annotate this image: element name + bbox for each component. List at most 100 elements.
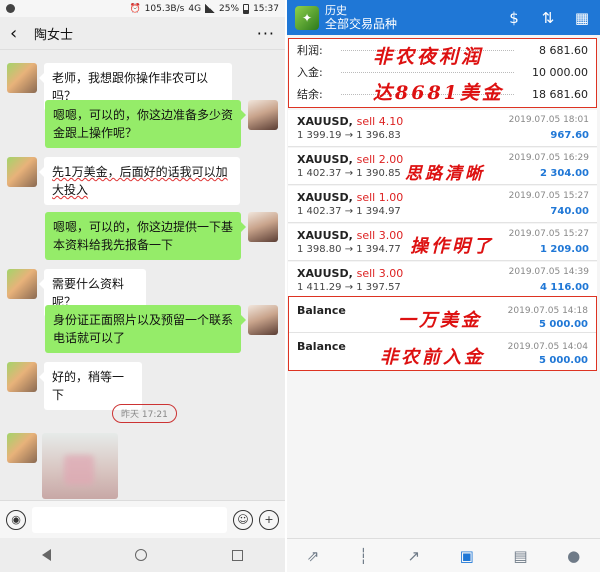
trade-date: 2019.07.05 15:27 bbox=[508, 229, 589, 239]
trade-date: 2019.07.05 15:27 bbox=[508, 191, 589, 201]
user-avatar[interactable] bbox=[248, 100, 278, 130]
header-title: 历史 bbox=[325, 3, 347, 17]
nav-recents-icon[interactable] bbox=[231, 549, 243, 561]
balance-date: 2019.07.05 14:18 bbox=[507, 306, 588, 316]
history-header: ✦ 历史 全部交易品种 $ ⇅ ▦ bbox=[287, 0, 600, 35]
message-bubble[interactable]: 好的，稍等一下 bbox=[39, 362, 142, 410]
trade-profit: 967.60 bbox=[550, 130, 589, 141]
message-input-bar: ◉ ☺ + bbox=[0, 500, 285, 538]
network-speed: 105.3B/s bbox=[144, 3, 185, 14]
balance-label: Balance bbox=[297, 340, 346, 353]
plus-icon[interactable]: + bbox=[259, 509, 279, 530]
sort-icon[interactable]: ⇅ bbox=[538, 9, 558, 27]
annotation-clear-operation: 操作明了 bbox=[410, 236, 494, 257]
annotation-clear-thinking: 思路清晰 bbox=[405, 164, 485, 184]
trade-row[interactable]: XAUUSD, sell 4.10 1 399.19 → 1 396.83 20… bbox=[288, 110, 597, 147]
battery-icon bbox=[243, 3, 250, 14]
notification-icon bbox=[6, 4, 15, 13]
message-list: 老师，我想跟你操作非农可以吗？ 嗯嗯，可以的，你这边准备多少资金跟上操作呢？ 先… bbox=[0, 50, 285, 498]
header-subtitle: 全部交易品种 bbox=[325, 16, 398, 31]
balance-date: 2019.07.05 14:04 bbox=[507, 342, 588, 352]
app-logo-icon[interactable]: ✦ bbox=[295, 5, 319, 30]
summary-label: 结余: bbox=[297, 88, 323, 101]
contact-avatar[interactable] bbox=[7, 269, 37, 299]
message-bubble[interactable]: 先1万美金，后面好的话我可以加大投入 bbox=[39, 157, 240, 205]
balance-amount: 5 000.00 bbox=[538, 355, 588, 366]
android-nav-bar bbox=[0, 538, 285, 572]
trade-side: sell 3.00 bbox=[356, 229, 404, 242]
annotation-ten-thousand: 一万美金 bbox=[398, 310, 482, 331]
trade-profit: 740.00 bbox=[550, 206, 589, 217]
chat-header: ‹ 陶女士 ··· bbox=[0, 17, 285, 50]
battery-level: 25% bbox=[219, 3, 240, 14]
trade-prices: 1 402.37 → 1 394.97 bbox=[297, 206, 401, 217]
nav-back-icon[interactable] bbox=[42, 549, 52, 561]
nav-home-icon[interactable] bbox=[135, 549, 148, 561]
trade-row[interactable]: XAUUSD, sell 1.00 1 402.37 → 1 394.97 20… bbox=[288, 186, 597, 223]
trade-prices: 1 411.29 → 1 397.57 bbox=[297, 282, 401, 293]
network-type: 4G bbox=[188, 3, 202, 14]
alarm-icon: ⏰ bbox=[129, 3, 141, 14]
symbol-text: XAUUSD, bbox=[297, 191, 353, 204]
blurred-region bbox=[64, 455, 94, 485]
trade-date: 2019.07.05 18:01 bbox=[508, 115, 589, 125]
balance-label: Balance bbox=[297, 304, 346, 317]
symbol-text: XAUUSD, bbox=[297, 115, 353, 128]
message-bubble[interactable]: 嗯嗯，可以的，你这边提供一下基本资料给我先报备一下 bbox=[45, 212, 246, 260]
wechat-chat-panel: ⏰ 105.3B/s 4G 25% 15:37 ‹ 陶女士 ··· 老师，我想跟… bbox=[0, 0, 285, 572]
annotation-amount: 达8681美金 bbox=[373, 82, 504, 104]
empty-area bbox=[287, 372, 600, 538]
clock: 15:37 bbox=[253, 3, 279, 14]
user-avatar[interactable] bbox=[248, 305, 278, 335]
back-arrow-icon[interactable]: ‹ bbox=[10, 23, 30, 44]
emoji-icon[interactable]: ☺ bbox=[233, 509, 253, 530]
symbol-text: XAUUSD, bbox=[297, 267, 353, 280]
trade-profit: 1 209.00 bbox=[539, 244, 589, 255]
trade-row[interactable]: XAUUSD, sell 3.00 1 411.29 → 1 397.57 20… bbox=[288, 262, 597, 299]
currency-filter-icon[interactable]: $ bbox=[504, 9, 524, 27]
annotation-profit: 非农夜利润 bbox=[373, 46, 484, 68]
message-bubble[interactable]: 嗯嗯，可以的，你这边准备多少资金跟上操作呢？ bbox=[45, 100, 246, 148]
trade-profit: 4 116.00 bbox=[539, 282, 589, 293]
trade-profit: 2 304.00 bbox=[539, 168, 589, 179]
trade-side: sell 4.10 bbox=[356, 115, 404, 128]
message-input[interactable] bbox=[32, 506, 227, 533]
contact-avatar[interactable] bbox=[7, 63, 37, 93]
trade-symbol: XAUUSD, sell 3.00 bbox=[297, 267, 403, 280]
chart-tab-icon[interactable]: ┆ bbox=[359, 547, 368, 565]
trade-side: sell 3.00 bbox=[356, 267, 404, 280]
trade-prices: 1 398.80 → 1 394.77 bbox=[297, 244, 401, 255]
trade-side: sell 2.00 bbox=[356, 153, 404, 166]
quotes-tab-icon[interactable]: ⇗ bbox=[307, 547, 320, 565]
calendar-icon[interactable]: ▦ bbox=[572, 9, 592, 27]
trade-prices: 1 402.37 → 1 390.85 bbox=[297, 168, 401, 179]
chat-tab-icon[interactable]: ● bbox=[567, 547, 580, 565]
bottom-tab-bar: ⇗ ┆ ↗ ▣ ▤ ● bbox=[287, 538, 600, 572]
symbol-selector[interactable]: 历史 全部交易品种 bbox=[319, 4, 504, 32]
trade-prices: 1 399.19 → 1 396.83 bbox=[297, 130, 401, 141]
history-tab-icon[interactable]: ▣ bbox=[460, 547, 474, 565]
trade-side: sell 1.00 bbox=[356, 191, 404, 204]
contact-avatar[interactable] bbox=[7, 362, 37, 392]
signal-icon bbox=[205, 4, 216, 13]
trade-date: 2019.07.05 16:29 bbox=[508, 153, 589, 163]
user-avatar[interactable] bbox=[248, 212, 278, 242]
voice-icon[interactable]: ◉ bbox=[6, 509, 26, 530]
trade-date: 2019.07.05 14:39 bbox=[508, 267, 589, 277]
contact-avatar[interactable] bbox=[7, 433, 37, 463]
symbol-text: XAUUSD, bbox=[297, 153, 353, 166]
news-tab-icon[interactable]: ▤ bbox=[513, 547, 527, 565]
image-message[interactable] bbox=[42, 433, 118, 499]
more-options-icon[interactable]: ··· bbox=[257, 24, 275, 43]
trade-symbol: XAUUSD, sell 2.00 bbox=[297, 153, 403, 166]
symbol-text: XAUUSD, bbox=[297, 229, 353, 242]
annotation-deposit-before: 非农前入金 bbox=[380, 347, 485, 368]
status-bar: ⏰ 105.3B/s 4G 25% 15:37 bbox=[0, 0, 285, 17]
trade-tab-icon[interactable]: ↗ bbox=[407, 547, 420, 565]
trade-symbol: XAUUSD, sell 3.00 bbox=[297, 229, 403, 242]
contact-avatar[interactable] bbox=[7, 157, 37, 187]
summary-label: 入金: bbox=[297, 66, 323, 79]
summary-value: 18 681.60 bbox=[532, 87, 588, 101]
summary-value: 10 000.00 bbox=[532, 65, 588, 79]
message-bubble[interactable]: 身份证正面照片以及预留一个联系电话就可以了 bbox=[45, 305, 246, 353]
